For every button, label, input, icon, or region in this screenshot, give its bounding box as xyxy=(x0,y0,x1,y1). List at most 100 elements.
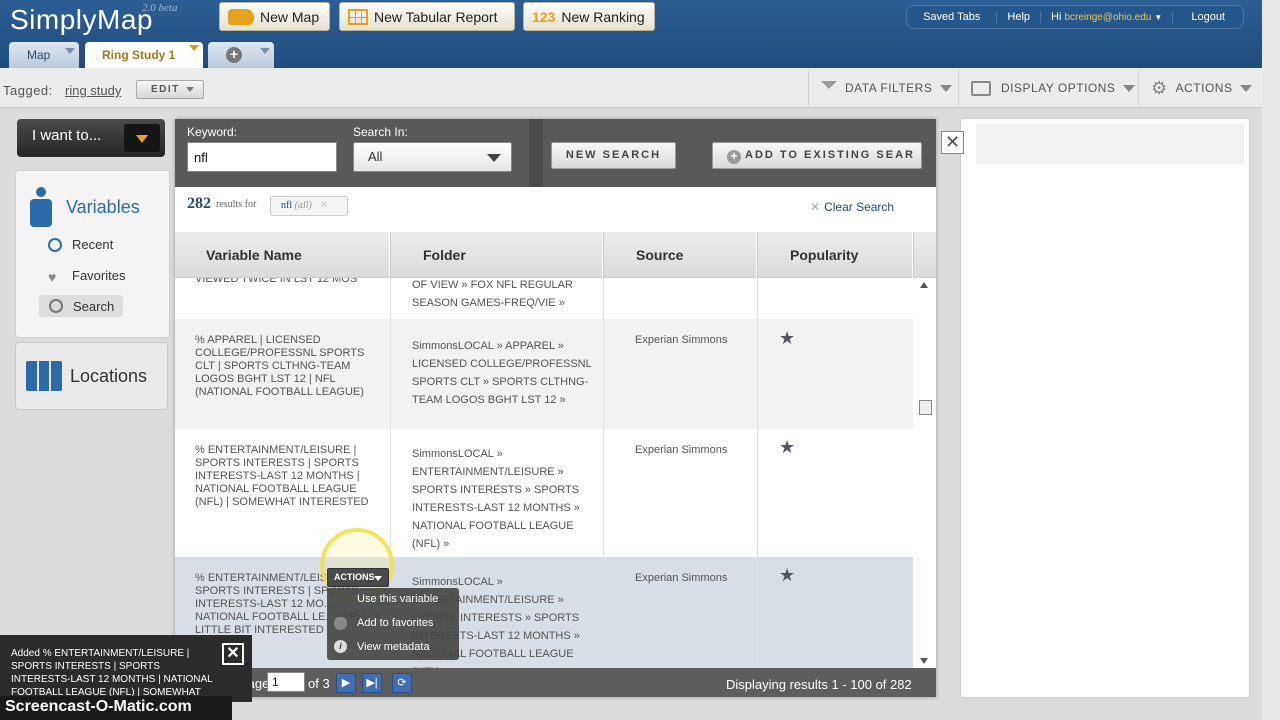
add-to-existing-search-button[interactable]: + ADD TO EXISTING SEAR xyxy=(712,142,922,169)
content-area xyxy=(960,118,1250,698)
keyword-input[interactable]: nfl xyxy=(187,142,337,172)
results-scrollbar[interactable] xyxy=(915,278,936,668)
menu-item-view-metadata[interactable]: View metadata xyxy=(357,641,430,653)
popularity-star-icon: ★ xyxy=(779,437,796,457)
menu-item-add-favorites[interactable]: Add to favorites xyxy=(357,617,433,629)
saved-tabs-link[interactable]: Saved Tabs xyxy=(907,11,996,23)
page-scrollbar[interactable] xyxy=(1262,0,1280,720)
clear-icon: ✕ xyxy=(810,200,821,214)
scroll-down-icon[interactable] xyxy=(920,658,928,664)
new-search-button[interactable]: NEW SEARCH xyxy=(551,142,676,169)
variables-heading[interactable]: Variables xyxy=(26,187,140,227)
column-variable-name[interactable]: Variable Name xyxy=(175,232,390,278)
popularity-star-icon: ★ xyxy=(779,565,796,585)
table-icon xyxy=(348,8,368,25)
i-want-to-menu[interactable]: I want to... xyxy=(17,119,165,157)
nav-favorites[interactable]: ♥ Favorites xyxy=(48,268,125,285)
app-logo[interactable]: SimplyMap xyxy=(10,4,153,36)
search-in-label: Search In: xyxy=(353,125,408,139)
row-actions-button[interactable]: ACTIONS xyxy=(327,568,389,587)
actions-menu-button[interactable]: ⚙ ACTIONS xyxy=(1138,70,1262,106)
toolbar: Tagged: ring study EDIT DATA FILTERS DIS… xyxy=(0,68,1280,108)
funnel-icon xyxy=(821,81,837,95)
table-row[interactable]: % ENTERTAINMENT/LEISURE | SPORTS INTERES… xyxy=(175,557,913,668)
nav-recent[interactable]: Recent xyxy=(48,237,113,252)
remove-term-icon[interactable]: ✕ xyxy=(320,200,328,211)
table-row[interactable]: % APPAREL | LICENSED COLLEGE/PROFESSNL S… xyxy=(175,319,913,429)
heart-icon: ♥ xyxy=(48,268,57,285)
page-total: of 3 xyxy=(308,676,330,691)
chevron-down-icon xyxy=(1240,84,1253,92)
user-menu[interactable]: Hi bcreinge@ohio.edu ▼ xyxy=(1040,11,1172,23)
heart-icon xyxy=(334,617,347,630)
usa-map-icon xyxy=(228,8,254,25)
chevron-down-icon xyxy=(1123,84,1136,92)
page-number-input[interactable]: 1 xyxy=(267,672,305,692)
nav-search[interactable]: Search xyxy=(39,295,123,317)
column-popularity[interactable]: Popularity xyxy=(758,232,913,278)
refresh-icon[interactable]: ⟳ xyxy=(392,673,412,693)
utility-bar: Saved Tabs Help Hi bcreinge@ohio.edu ▼ L… xyxy=(906,5,1244,29)
next-page-icon[interactable]: ▶ xyxy=(336,673,356,693)
gear-icon: ⚙ xyxy=(1151,77,1168,98)
tagged-label: Tagged: xyxy=(3,83,53,98)
tab-map-caret-icon[interactable] xyxy=(65,48,75,54)
search-term-chip: nfl (all) ✕ xyxy=(270,196,348,216)
user-email: bcreinge@ohio.edu xyxy=(1064,12,1152,23)
last-page-icon[interactable]: ▶| xyxy=(362,673,382,693)
display-options-button[interactable]: DISPLAY OPTIONS xyxy=(958,70,1138,106)
top-bar: SimplyMap 2.0 beta New Map New Tabular R… xyxy=(0,0,1280,68)
chevron-down-icon xyxy=(940,84,953,92)
person-icon xyxy=(26,187,56,227)
table-row[interactable]: VIEWED TWICE IN LST 12 MOS OF VIEW » FOX… xyxy=(175,278,913,319)
locations-panel[interactable]: Locations xyxy=(15,342,168,410)
results-table: VIEWED TWICE IN LST 12 MOS OF VIEW » FOX… xyxy=(175,278,913,668)
map-icon xyxy=(26,361,62,391)
edit-tags-button[interactable]: EDIT xyxy=(136,80,204,99)
tab-ring-study-caret-icon[interactable] xyxy=(189,45,199,51)
tag-link[interactable]: ring study xyxy=(65,83,121,98)
column-source[interactable]: Source xyxy=(604,232,757,278)
column-divider xyxy=(603,278,604,668)
results-for-label: results for xyxy=(216,199,257,210)
tab-map[interactable]: Map xyxy=(9,42,79,68)
close-toast-button[interactable]: ✕ xyxy=(222,643,244,665)
variable-search-dialog: Keyword: nfl Search In: All NEW SEARCH +… xyxy=(175,119,964,697)
row-actions-menu: Use this variable Add to favorites i Vie… xyxy=(327,588,459,660)
clear-search-link[interactable]: ✕ Clear Search xyxy=(810,200,894,214)
content-header-strip xyxy=(976,124,1244,164)
user-menu-caret-icon: ▼ xyxy=(1154,13,1163,22)
new-map-button[interactable]: New Map xyxy=(219,2,330,31)
logout-link[interactable]: Logout xyxy=(1172,11,1243,23)
ranking-icon: 123 xyxy=(532,8,556,25)
menu-item-use-variable[interactable]: Use this variable xyxy=(357,593,438,605)
scroll-up-icon[interactable] xyxy=(920,282,928,288)
column-folder[interactable]: Folder xyxy=(391,232,603,278)
monitor-icon xyxy=(971,80,991,96)
search-header: Keyword: nfl Search In: All NEW SEARCH +… xyxy=(175,119,936,187)
chevron-down-icon[interactable] xyxy=(124,124,160,152)
info-icon: i xyxy=(334,640,347,653)
tab-ring-study[interactable]: Ring Study 1 xyxy=(85,42,203,68)
popularity-star-icon: ★ xyxy=(779,328,796,348)
help-link[interactable]: Help xyxy=(996,11,1040,23)
variables-panel: Variables Recent ♥ Favorites Search xyxy=(15,170,170,338)
search-icon xyxy=(49,299,63,313)
displaying-results: Displaying results 1 - 100 of 282 xyxy=(726,677,912,692)
result-count: 282 xyxy=(187,195,211,212)
data-filters-button[interactable]: DATA FILTERS xyxy=(808,70,958,106)
notification-toast: Added % ENTERTAINMENT/LEISURE | SPORTS I… xyxy=(0,635,252,711)
tab-add[interactable]: + xyxy=(208,42,274,68)
new-tabular-report-button[interactable]: New Tabular Report xyxy=(339,2,515,31)
new-ranking-button[interactable]: 123 New Ranking xyxy=(523,2,655,31)
use-variable-icon xyxy=(334,594,347,607)
plus-icon: + xyxy=(226,47,242,63)
chevron-down-icon xyxy=(185,86,194,92)
tab-add-caret-icon[interactable] xyxy=(260,48,270,54)
screencast-watermark: Screencast-O-Matic.com xyxy=(0,696,232,720)
search-in-select[interactable]: All xyxy=(353,142,512,172)
plus-circle-icon: + xyxy=(727,150,741,164)
table-row[interactable]: % ENTERTAINMENT/LEISURE | SPORTS INTERES… xyxy=(175,429,913,557)
close-dialog-button[interactable]: ✕ xyxy=(941,131,964,154)
scroll-thumb[interactable] xyxy=(919,400,932,415)
